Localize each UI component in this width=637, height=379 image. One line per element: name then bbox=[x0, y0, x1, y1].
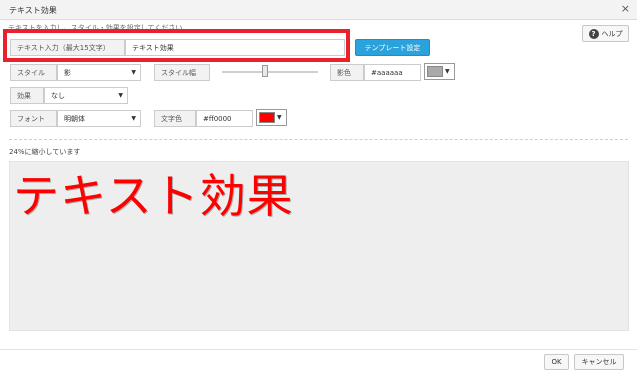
slider-handle[interactable] bbox=[262, 65, 269, 77]
template-settings-button[interactable]: テンプレート設定 bbox=[355, 39, 430, 56]
dialog-title: テキスト効果 bbox=[9, 6, 57, 15]
style-select[interactable]: 影 ▼ bbox=[57, 64, 141, 81]
footer-divider bbox=[0, 349, 637, 350]
ok-button[interactable]: OK bbox=[544, 354, 569, 370]
shadow-color-picker[interactable]: ▼ bbox=[424, 63, 455, 80]
preview-area: テキスト効果 bbox=[9, 161, 629, 331]
style-width-slider[interactable] bbox=[222, 71, 318, 73]
chevron-down-icon: ▼ bbox=[277, 114, 282, 121]
font-select[interactable]: 明朝体 ▼ bbox=[57, 110, 141, 127]
style-value: 影 bbox=[64, 68, 71, 77]
font-value: 明朝体 bbox=[64, 114, 85, 123]
style-label: スタイル bbox=[10, 64, 57, 81]
text-color-label: 文字色 bbox=[154, 110, 196, 127]
cancel-button[interactable]: キャンセル bbox=[574, 354, 624, 370]
scale-note: 24%に縮小しています bbox=[9, 148, 81, 156]
shadow-color-label: 影色 bbox=[330, 64, 364, 81]
chevron-down-icon: ▼ bbox=[118, 92, 123, 99]
chevron-down-icon: ▼ bbox=[131, 69, 136, 76]
help-label: ヘルプ bbox=[601, 29, 623, 38]
help-button[interactable]: ? ヘルプ bbox=[582, 25, 629, 42]
effect-select[interactable]: なし ▼ bbox=[44, 87, 128, 104]
dialog-titlebar: テキスト効果 × bbox=[0, 0, 637, 20]
style-width-label: スタイル幅 bbox=[154, 64, 210, 81]
font-label: フォント bbox=[10, 110, 57, 127]
highlight-box bbox=[3, 29, 350, 62]
chevron-down-icon: ▼ bbox=[131, 115, 136, 122]
chevron-down-icon: ▼ bbox=[445, 68, 450, 75]
text-color-input[interactable]: #ff0000 bbox=[196, 110, 253, 127]
close-icon[interactable]: × bbox=[621, 3, 630, 15]
preview-text: テキスト効果 bbox=[13, 169, 294, 223]
effect-label: 効果 bbox=[10, 87, 44, 104]
divider bbox=[9, 139, 628, 140]
text-color-picker[interactable]: ▼ bbox=[256, 109, 287, 126]
effect-value: なし bbox=[51, 91, 65, 100]
shadow-color-swatch bbox=[427, 66, 443, 77]
shadow-color-input[interactable]: #aaaaaa bbox=[364, 64, 421, 81]
help-circle-icon: ? bbox=[588, 28, 599, 39]
text-color-swatch bbox=[259, 112, 275, 123]
